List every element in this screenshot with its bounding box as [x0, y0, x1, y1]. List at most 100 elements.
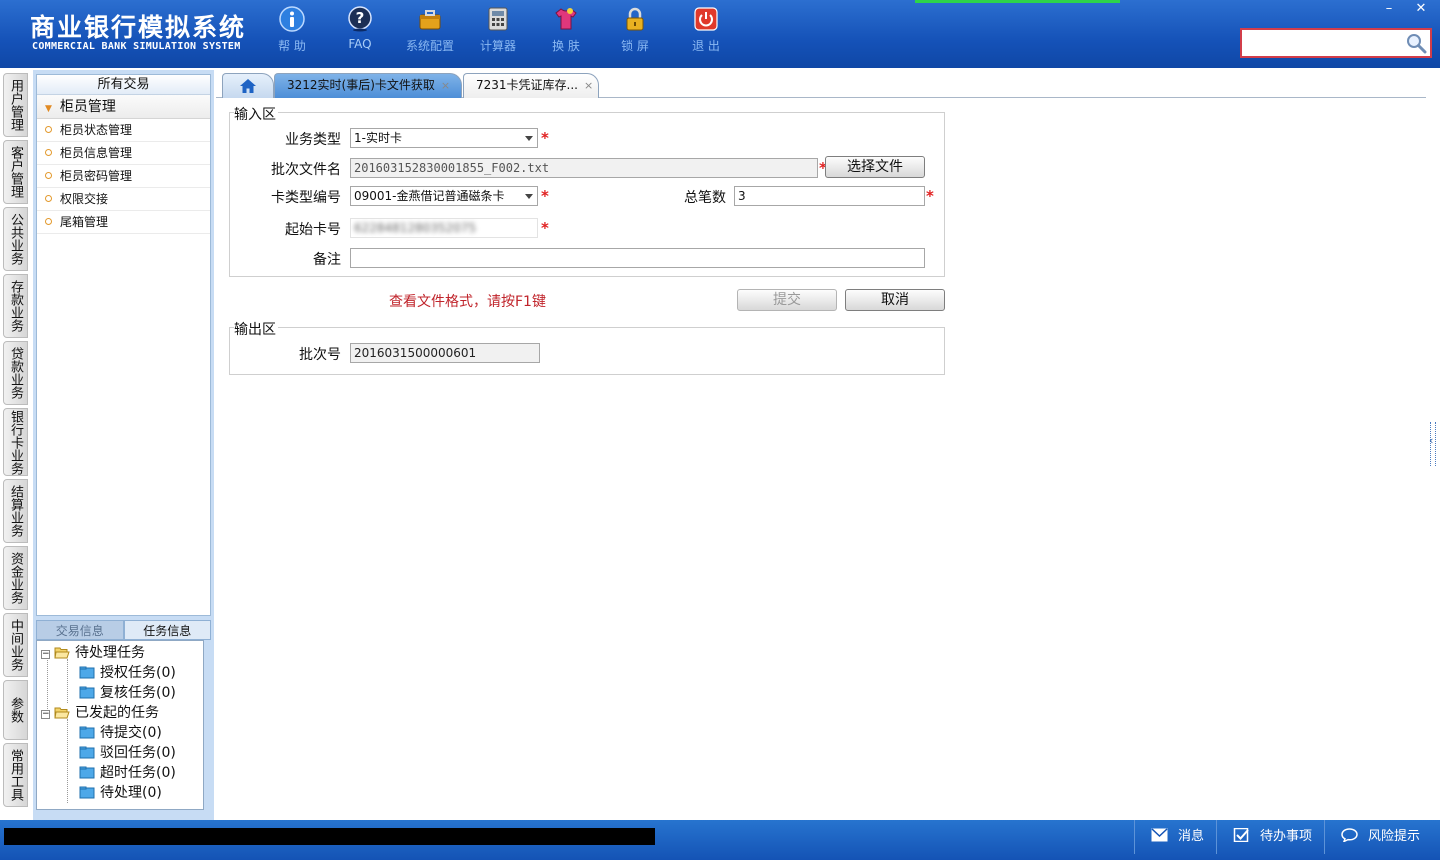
- cancel-button[interactable]: 取消: [845, 289, 945, 311]
- submit-button[interactable]: 提交: [737, 289, 837, 311]
- tree-node-to-submit[interactable]: 待提交(0): [41, 723, 203, 743]
- folder-open-icon: [54, 707, 70, 719]
- tree-node-to-process[interactable]: 待处理(0): [41, 783, 203, 803]
- vtab-customer-management[interactable]: 客户管理: [3, 140, 28, 204]
- system-config-label: 系统配置: [405, 39, 454, 53]
- tree-node-review-tasks[interactable]: 复核任务(0): [41, 683, 203, 703]
- menu-item-permission-handover[interactable]: 权限交接: [37, 188, 210, 211]
- business-type-value: 1-实时卡: [354, 131, 402, 145]
- svg-text:?: ?: [356, 9, 365, 27]
- remark-input[interactable]: [350, 248, 925, 268]
- menu-item-teller-password[interactable]: 柜员密码管理: [37, 165, 210, 188]
- system-config-button[interactable]: 系统配置: [400, 6, 460, 62]
- required-mark: *: [541, 219, 549, 237]
- dropdown-arrow-icon: [525, 194, 533, 199]
- help-button[interactable]: 帮 助: [262, 6, 322, 62]
- business-type-label: 业务类型: [285, 132, 341, 148]
- caret-down-icon: ▼: [45, 104, 52, 114]
- tree-node-label: 待处理任务: [75, 645, 145, 661]
- tab-card-file-retrieval[interactable]: 3212实时(事后)卡文件获取 ×: [274, 73, 462, 98]
- search-icon[interactable]: [1405, 32, 1427, 54]
- total-count-input[interactable]: 3: [734, 186, 925, 206]
- task-tree: − 待处理任务 授权任务(0) 复核任务(0) − 已发起的任务 待提交(0) 驳回…: [36, 640, 204, 810]
- tshirt-icon: [555, 8, 577, 30]
- batch-no-value: 2016031500000601: [354, 346, 477, 360]
- remark-label: 备注: [313, 252, 341, 268]
- vtab-label: 客户管理: [8, 146, 23, 198]
- change-skin-button[interactable]: 换 肤: [536, 6, 596, 62]
- exit-button[interactable]: 退 出: [676, 6, 736, 62]
- vtab-deposit-business[interactable]: 存款业务: [3, 274, 28, 338]
- right-panel-toggle[interactable]: ‹: [1426, 70, 1440, 820]
- business-type-select[interactable]: 1-实时卡: [350, 128, 538, 148]
- power-icon: [694, 7, 718, 31]
- module-tabs: 用户管理 客户管理 公共业务 存款业务 贷款业务 银行卡业务 结算业务 资金业务…: [0, 68, 30, 820]
- menu-item-cash-box[interactable]: 尾箱管理: [37, 211, 210, 234]
- vtab-public-business[interactable]: 公共业务: [3, 207, 28, 271]
- tab-transaction-info[interactable]: 交易信息: [36, 620, 124, 640]
- tab-task-info[interactable]: 任务信息: [123, 620, 211, 640]
- vtab-settlement-business[interactable]: 结算业务: [3, 479, 28, 543]
- vtab-loan-business[interactable]: 贷款业务: [3, 341, 28, 405]
- batch-file-field[interactable]: 201603152830001855_F002.txt: [350, 158, 818, 178]
- menu-item-teller-info[interactable]: 柜员信息管理: [37, 142, 210, 165]
- risk-alert-button[interactable]: 风险提示: [1324, 820, 1440, 854]
- vtab-user-management[interactable]: 用户管理: [3, 73, 28, 137]
- f1-hint-text: 查看文件格式，请按F1键: [389, 294, 546, 310]
- vtab-label: 结算业务: [8, 485, 23, 537]
- required-mark: *: [541, 187, 549, 205]
- mail-icon: [1151, 828, 1168, 842]
- menu-group-label: 柜员管理: [59, 99, 116, 115]
- faq-label: FAQ: [348, 37, 372, 51]
- lock-screen-label: 锁 屏: [621, 39, 649, 53]
- menu-item-teller-status[interactable]: 柜员状态管理: [37, 119, 210, 142]
- tree-node-authorization-tasks[interactable]: 授权任务(0): [41, 663, 203, 683]
- menu-item-label: 权限交接: [60, 192, 109, 206]
- menu-group-teller-management[interactable]: ▼ 柜员管理: [37, 95, 210, 119]
- card-type-value: 09001-金燕借记普通磁条卡: [354, 189, 505, 203]
- search-box: [1240, 28, 1432, 58]
- minimize-button[interactable]: –: [1374, 0, 1404, 18]
- calculator-button[interactable]: 计算器: [468, 6, 528, 62]
- tree-node-label: 已发起的任务: [75, 705, 159, 721]
- required-mark: *: [926, 187, 934, 205]
- tab-home[interactable]: [222, 73, 274, 98]
- tree-node-rejected-tasks[interactable]: 驳回任务(0): [41, 743, 203, 763]
- close-window-button[interactable]: ✕: [1406, 0, 1436, 18]
- faq-button[interactable]: ? FAQ: [330, 6, 390, 62]
- tree-node-initiated-tasks[interactable]: − 已发起的任务: [41, 703, 203, 723]
- lock-icon: [626, 7, 644, 31]
- bullet-icon: [45, 195, 52, 202]
- start-card-input[interactable]: 6228481280352075: [350, 218, 538, 238]
- folder-icon: [79, 666, 95, 679]
- collapse-icon[interactable]: −: [41, 650, 50, 659]
- vtab-bank-card-business[interactable]: 银行卡业务: [3, 408, 28, 476]
- chevron-left-icon: ‹: [1429, 434, 1434, 447]
- vtab-common-tools[interactable]: 常用工具: [3, 743, 28, 807]
- chat-bubble-icon: [1341, 828, 1358, 842]
- search-input[interactable]: [1244, 32, 1406, 54]
- card-type-select[interactable]: 09001-金燕借记普通磁条卡: [350, 186, 538, 206]
- vtab-label: 贷款业务: [8, 347, 23, 399]
- menu-title: 所有交易: [37, 75, 210, 95]
- vtab-label: 参数: [8, 697, 23, 723]
- batch-no-field: 2016031500000601: [350, 343, 540, 363]
- messages-button[interactable]: 消息: [1134, 820, 1216, 854]
- tree-node-pending-tasks[interactable]: − 待处理任务: [41, 643, 203, 663]
- lock-screen-button[interactable]: 锁 屏: [605, 6, 665, 62]
- choose-file-button[interactable]: 选择文件: [825, 156, 925, 178]
- change-skin-label: 换 肤: [552, 39, 580, 53]
- tab-close-icon[interactable]: ×: [441, 79, 450, 92]
- tree-node-timeout-tasks[interactable]: 超时任务(0): [41, 763, 203, 783]
- vtab-funds-business[interactable]: 资金业务: [3, 546, 28, 610]
- vtab-intermediary-business[interactable]: 中间业务: [3, 613, 28, 677]
- menu-item-label: 柜员密码管理: [60, 169, 133, 183]
- collapse-icon[interactable]: −: [41, 710, 50, 719]
- sidebar: 所有交易 ▼ 柜员管理 柜员状态管理 柜员信息管理 柜员密码管理 权限交接 尾箱管…: [33, 70, 214, 820]
- tab-card-voucher-inventory[interactable]: 7231卡凭证库存... ×: [463, 73, 599, 98]
- vtab-label: 银行卡业务: [8, 409, 23, 475]
- vtab-label: 常用工具: [8, 749, 23, 801]
- vtab-parameters[interactable]: 参数: [3, 680, 28, 740]
- tab-close-icon[interactable]: ×: [584, 79, 593, 92]
- todo-button[interactable]: 待办事项: [1216, 820, 1324, 854]
